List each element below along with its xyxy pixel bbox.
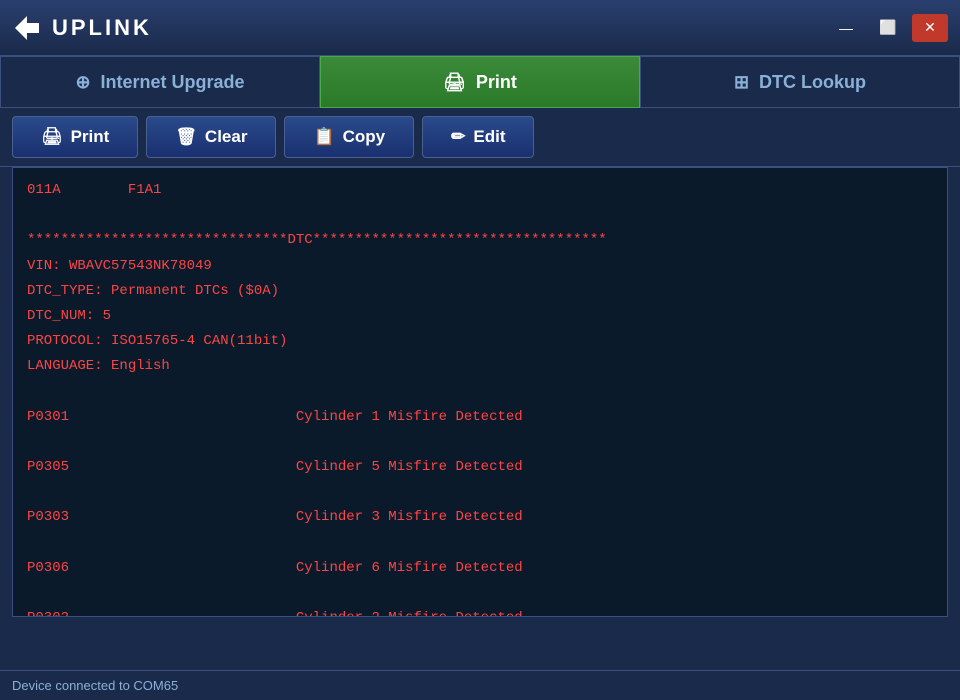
app-title: UPLINK: [52, 15, 152, 41]
print-icon: 🖨: [41, 127, 63, 147]
minimize-button[interactable]: —: [828, 14, 864, 42]
close-button[interactable]: ✕: [912, 14, 948, 42]
nav-tabs: ⊕ Internet Upgrade 🖨 Print ⊞ DTC Lookup: [0, 56, 960, 108]
status-text: Device connected to COM65: [12, 678, 178, 693]
tab-internet-upgrade-label: Internet Upgrade: [101, 72, 245, 93]
print-label: Print: [71, 127, 110, 147]
copy-icon: 📋: [313, 127, 334, 147]
logo-icon: [12, 13, 42, 43]
copy-label: Copy: [343, 127, 386, 147]
printer-icon: 🖨: [443, 72, 466, 93]
edit-label: Edit: [473, 127, 505, 147]
clear-button[interactable]: 🗑 Clear: [146, 116, 276, 158]
globe-icon: ⊕: [75, 72, 90, 93]
logo-area: UPLINK: [12, 13, 152, 43]
content-area: 011A F1A1 ******************************…: [12, 167, 948, 617]
edit-icon: ✏: [451, 127, 465, 147]
tab-internet-upgrade[interactable]: ⊕ Internet Upgrade: [0, 56, 320, 108]
toolbar: 🖨 Print 🗑 Clear 📋 Copy ✏ Edit: [0, 108, 960, 167]
table-icon: ⊞: [734, 72, 749, 93]
tab-print-label: Print: [476, 72, 517, 93]
restore-button[interactable]: ⬜: [870, 14, 906, 42]
log-text[interactable]: 011A F1A1 ******************************…: [13, 168, 947, 616]
trash-icon: 🗑: [175, 127, 197, 147]
copy-button[interactable]: 📋 Copy: [284, 116, 414, 158]
window-controls: — ⬜ ✕: [828, 14, 948, 42]
edit-button[interactable]: ✏ Edit: [422, 116, 534, 158]
tab-print[interactable]: 🖨 Print: [320, 56, 640, 108]
print-button[interactable]: 🖨 Print: [12, 116, 138, 158]
titlebar: UPLINK — ⬜ ✕: [0, 0, 960, 56]
statusbar: Device connected to COM65: [0, 670, 960, 700]
tab-dtc-lookup[interactable]: ⊞ DTC Lookup: [640, 56, 960, 108]
clear-label: Clear: [205, 127, 248, 147]
tab-dtc-lookup-label: DTC Lookup: [759, 72, 866, 93]
